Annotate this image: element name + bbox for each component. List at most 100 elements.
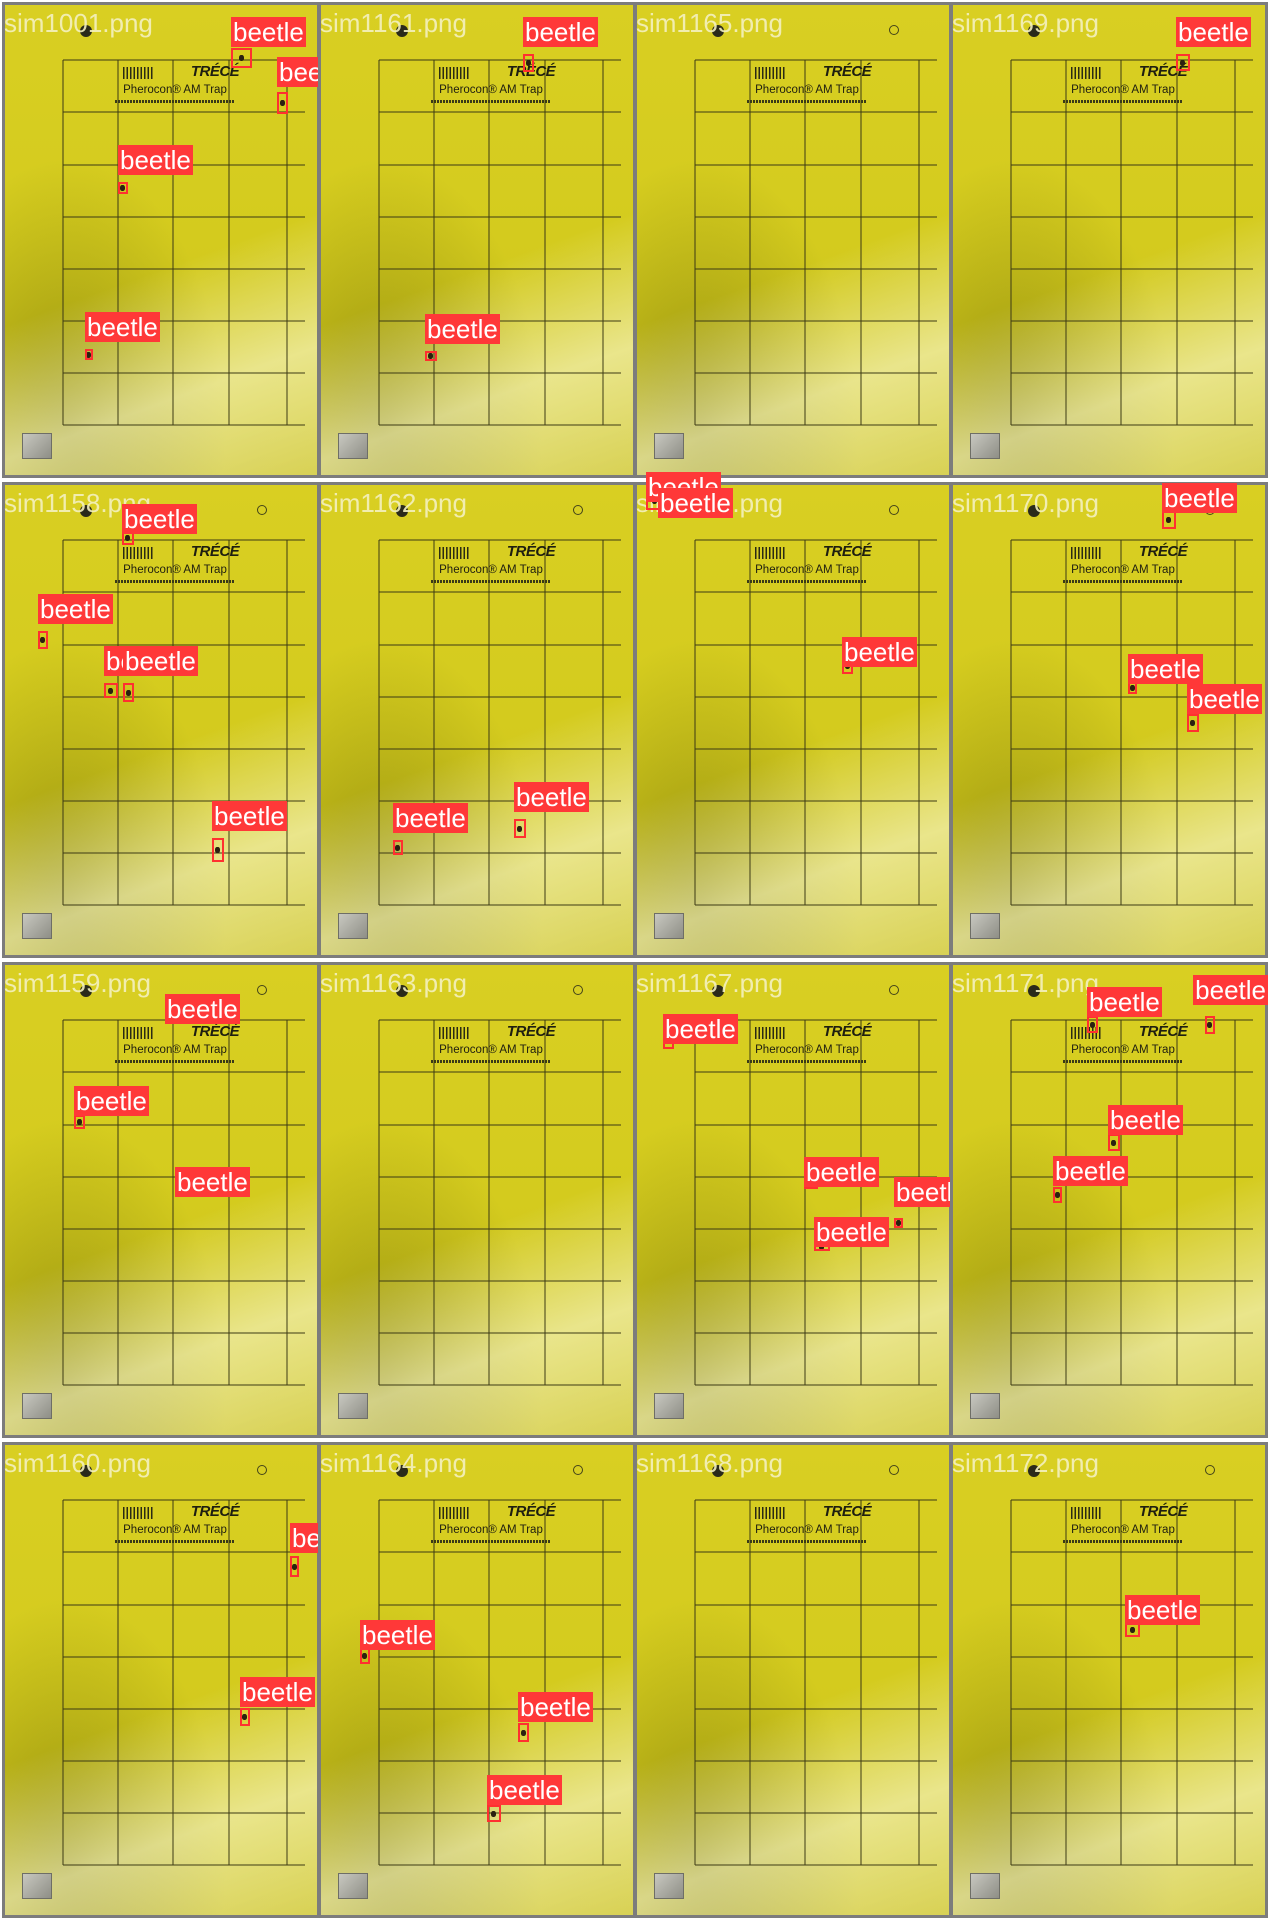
detection-box [1176, 54, 1190, 71]
detection-box [212, 838, 224, 862]
fine-print [115, 1540, 235, 1543]
trap-tile: TRÉCÉ Pherocon® AM Trap sim1164.png beetle b… [318, 1442, 636, 1918]
brand-name: TRÉCÉ [190, 63, 240, 80]
filename-label: sim1159.png [4, 968, 151, 998]
product-name: Pherocon® AM Trap [755, 1044, 859, 1056]
product-name: Pherocon® AM Trap [439, 564, 543, 576]
detection-label: beetle [38, 594, 113, 624]
fine-print [1063, 580, 1183, 583]
filename-label: sim1167.png [636, 968, 783, 998]
filename-label: sim1172.png [952, 1448, 1099, 1478]
trap-tile: TRÉCÉ Pherocon® AM Trap sim1161.png beetle b… [318, 2, 636, 478]
hanger-hole [889, 1465, 899, 1475]
detection-grid: TRÉCÉ Pherocon® AM Trap sim1001.png beetle b… [0, 0, 1268, 1920]
detection-box [74, 1115, 85, 1129]
product-name: Pherocon® AM Trap [1071, 1524, 1175, 1536]
filename-label: sim1171.png [952, 968, 1099, 998]
hanger-hole [257, 1465, 267, 1475]
detection-box [118, 182, 128, 194]
brand-name: TRÉCÉ [190, 543, 240, 560]
detection-box [1187, 714, 1199, 732]
hanger-hole [257, 985, 267, 995]
corner-tag [970, 433, 1000, 459]
detection-label: beetle [1108, 1105, 1183, 1135]
detection-label: beetle [74, 1086, 149, 1116]
fine-print [115, 580, 235, 583]
corner-tag [338, 913, 368, 939]
brand-name: TRÉCÉ [506, 543, 556, 560]
brand-name: TRÉCÉ [190, 1503, 240, 1520]
fine-print [115, 1060, 235, 1063]
sticky-trap: TRÉCÉ Pherocon® AM Trap [953, 485, 1265, 955]
detection-label: beetle [1128, 654, 1203, 684]
filename-label: sim1165.png [636, 8, 783, 38]
detection-box [514, 819, 526, 838]
detection-box [277, 92, 288, 114]
sticky-trap: TRÉCÉ Pherocon® AM Trap [321, 5, 633, 475]
product-name: Pherocon® AM Trap [439, 1524, 543, 1536]
product-name: Pherocon® AM Trap [755, 1524, 859, 1536]
trap-tile: TRÉCÉ Pherocon® AM Trap sim1163.png [318, 962, 636, 1438]
fine-print [1063, 1060, 1183, 1063]
fine-print [431, 1060, 551, 1063]
hanger-hole [889, 25, 899, 35]
detection-box [38, 631, 48, 649]
product-name: Pherocon® AM Trap [123, 1524, 227, 1536]
trap-tile: TRÉCÉ Pherocon® AM Trap sim1167.png beetle b… [634, 962, 969, 1438]
detection-label: beetle [85, 312, 160, 342]
filename-label: sim1164.png [320, 1448, 467, 1478]
sticky-trap: TRÉCÉ Pherocon® AM Trap [953, 1445, 1265, 1915]
fine-print [747, 1540, 867, 1543]
detection-label: beetle [175, 1167, 250, 1197]
fine-print [747, 100, 867, 103]
detection-box [393, 840, 403, 855]
filename-label: sim1161.png [320, 8, 467, 38]
detection-box [231, 48, 252, 68]
product-name: Pherocon® AM Trap [123, 84, 227, 96]
detection-label: beetle [663, 1014, 738, 1044]
detection-box [1108, 1134, 1120, 1151]
detection-box [1053, 1187, 1062, 1203]
detection-box [104, 683, 118, 698]
detection-label: beetle [425, 314, 500, 344]
trap-tile: TRÉCÉPherocon® AM Trapsim1160.pngbeetleb… [2, 1442, 365, 1918]
sticky-trap: TRÉCÉ Pherocon® AM Trap [5, 485, 317, 955]
corner-tag [338, 433, 368, 459]
product-name: Pherocon® AM Trap [123, 1044, 227, 1056]
sticky-trap: TRÉCÉ Pherocon® AM Trap [321, 1445, 633, 1915]
brand-name: TRÉCÉ [506, 1023, 556, 1040]
fine-print [1063, 1540, 1183, 1543]
trap-tile: TRÉCÉ Pherocon® AM Trap sim1001.png beetle b… [2, 2, 352, 478]
brand-name: TRÉCÉ [1138, 1503, 1188, 1520]
sticky-trap: TRÉCÉ Pherocon® AM Trap [637, 5, 949, 475]
hanger-hole [257, 505, 267, 515]
detection-label: beetle [804, 1157, 879, 1187]
sticky-trap: TRÉCÉ Pherocon® AM Trap [321, 965, 633, 1435]
brand-name: TRÉCÉ [190, 1023, 240, 1040]
corner-tag [970, 1393, 1000, 1419]
corner-tag [22, 913, 52, 939]
filename-label: sim1170.png [952, 488, 1099, 518]
detection-label: beetle [1087, 987, 1162, 1017]
sticky-trap: TRÉCÉ Pherocon® AM Trap [5, 5, 317, 475]
filename-label: sim1169.png [952, 8, 1099, 38]
hanger-hole [889, 505, 899, 515]
detection-label: beetle [393, 803, 468, 833]
hanger-hole [573, 505, 583, 515]
corner-tag [970, 913, 1000, 939]
fine-print [431, 1540, 551, 1543]
detection-box [894, 1218, 903, 1228]
brand-name: TRÉCÉ [1138, 543, 1188, 560]
fine-print [115, 100, 235, 103]
detection-label: beetle [118, 145, 193, 175]
trap-tile: TRÉCÉ Pherocon® AM Trap sim1172.png beetle [950, 1442, 1268, 1918]
trap-tile: TRÉCÉ Pherocon® AM Trap sim1165.png [634, 2, 952, 478]
brand-name: TRÉCÉ [822, 1503, 872, 1520]
corner-tag [654, 1873, 684, 1899]
corner-tag [22, 1393, 52, 1419]
detection-label: beetle [523, 17, 598, 47]
trap-tile: TRÉCÉ Pherocon® AM Trap sim1162.png beetle b… [318, 482, 636, 958]
hanger-hole [889, 985, 899, 995]
detection-label: beetle [658, 488, 733, 518]
trap-tile: TRÉCÉ Pherocon® AM Trap sim1171.png beetle b… [950, 962, 1268, 1438]
